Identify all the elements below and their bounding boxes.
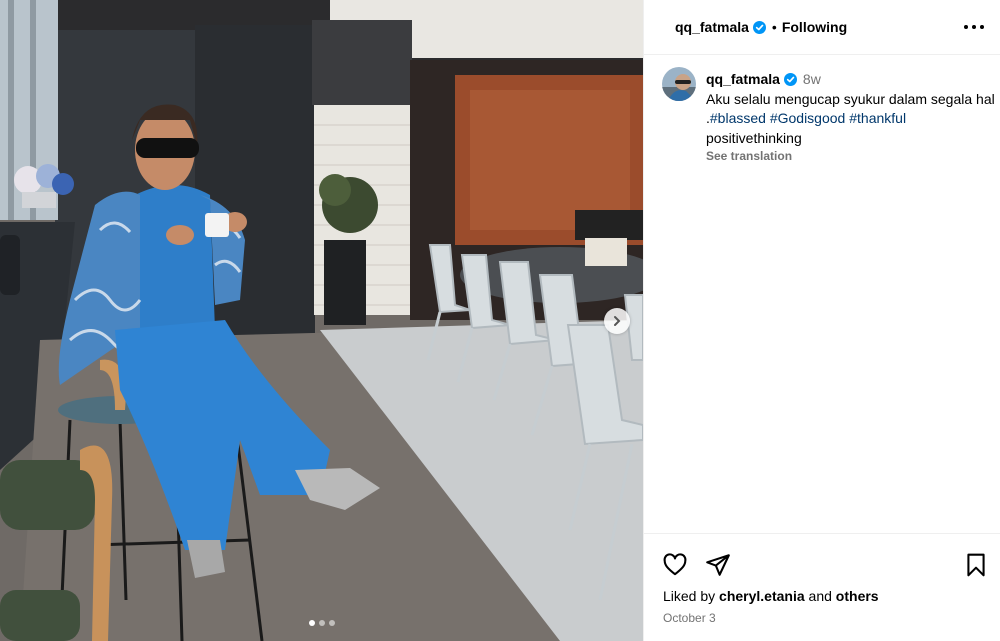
post-header: qq_fatmala • Following [644, 0, 1000, 55]
post-actions: Liked by cheryl.etania and others Octobe… [644, 533, 1000, 641]
header-separator: • [771, 19, 777, 35]
post-date[interactable]: October 3 [663, 611, 716, 625]
liked-by-user[interactable]: cheryl.etania [719, 588, 805, 604]
avatar[interactable] [662, 67, 696, 101]
verified-badge-icon [752, 20, 766, 34]
carousel-dot [308, 620, 315, 626]
heart-icon[interactable] [662, 552, 688, 578]
chevron-right-icon [614, 316, 621, 326]
liked-by-others[interactable]: others [836, 588, 879, 604]
caption-text: qq_fatmala 8w Aku selalu mengucap syukur… [706, 70, 996, 167]
hashtag-link[interactable]: #thankful [849, 110, 906, 126]
caption-username[interactable]: qq_fatmala [706, 71, 780, 87]
post-photo[interactable] [0, 0, 643, 641]
post-side-panel: qq_fatmala • Following qq_fatmala 8w Aku… [643, 0, 1000, 641]
carousel-indicator [0, 620, 643, 626]
bookmark-icon[interactable] [963, 552, 989, 578]
post-photo-image [0, 0, 643, 641]
carousel-dot [328, 620, 335, 626]
likes-summary: Liked by cheryl.etania and others [663, 588, 879, 604]
following-button[interactable]: Following [782, 19, 847, 35]
liked-by-label: Liked by [663, 588, 716, 604]
post-age[interactable]: 8w [803, 71, 821, 87]
caption-tail: positivethinking [706, 129, 802, 146]
paper-plane-icon[interactable] [705, 552, 731, 578]
verified-badge-icon [783, 73, 797, 86]
carousel-dot [318, 620, 325, 626]
header-username[interactable]: qq_fatmala [675, 19, 749, 35]
next-slide-button[interactable] [604, 308, 630, 334]
liked-and-label: and [808, 588, 832, 604]
more-options-icon[interactable] [964, 19, 984, 35]
see-translation-link[interactable]: See translation [706, 147, 996, 167]
hashtag-link[interactable]: #blassed [710, 110, 766, 126]
hashtag-link[interactable]: #Godisgood [770, 110, 846, 126]
